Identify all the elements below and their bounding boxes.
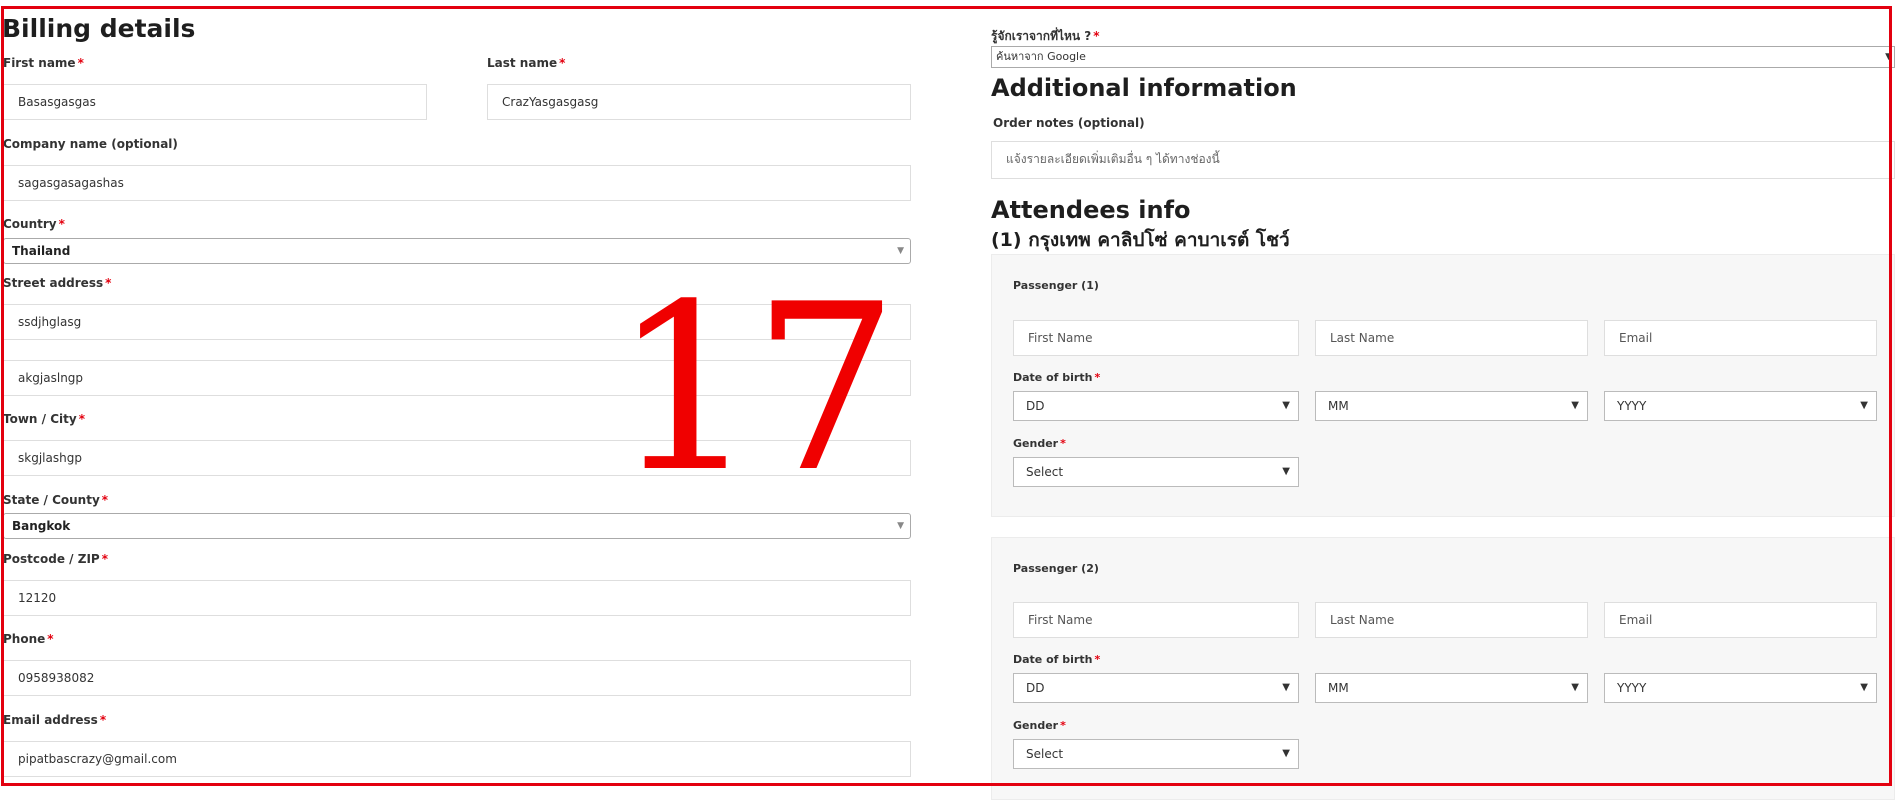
caret-down-icon: ▼: [897, 521, 904, 531]
dob-year-select[interactable]: YYYY ▼: [1604, 673, 1877, 703]
last-name-label: Last name *: [487, 56, 566, 70]
first-name-label: First name *: [3, 56, 84, 70]
attendees-title: Attendees info: [991, 196, 1191, 224]
email-placeholder: Email: [1619, 331, 1653, 345]
passenger-heading: Passenger (1): [1013, 279, 1099, 292]
dob-month-select[interactable]: MM ▼: [1315, 391, 1588, 421]
dob-day-select[interactable]: DD ▼: [1013, 391, 1299, 421]
first-name-field[interactable]: Basasgasgas: [3, 84, 427, 120]
order-notes-label: Order notes (optional): [993, 116, 1145, 130]
city-label: Town / City *: [3, 412, 85, 426]
caret-down-icon: ▼: [1282, 748, 1290, 759]
gender-select[interactable]: Select ▼: [1013, 739, 1299, 769]
passenger-first-name-input[interactable]: First Name: [1013, 602, 1299, 638]
order-notes-field[interactable]: แจ้งรายละเอียดเพิ่มเติมอื่น ๆ ได้ทางช่อง…: [991, 141, 1895, 179]
gender-select[interactable]: Select ▼: [1013, 457, 1299, 487]
first-name-placeholder: First Name: [1028, 613, 1093, 627]
dob-month-select[interactable]: MM ▼: [1315, 673, 1588, 703]
dob-day-value: DD: [1026, 399, 1045, 413]
passenger-last-name-input[interactable]: Last Name: [1315, 602, 1588, 638]
event-title: (1) กรุงเทพ คาลิปโซ่ คาบาเรต์ โชว์: [991, 229, 1290, 251]
caret-down-icon: ▼: [897, 246, 904, 256]
caret-down-icon: ▼: [1860, 400, 1868, 411]
state-value: Bangkok: [12, 519, 71, 533]
caret-down-icon: ▼: [1860, 682, 1868, 693]
postcode-label: Postcode / ZIP *: [3, 552, 108, 566]
email-placeholder: Email: [1619, 613, 1653, 627]
phone-label: Phone *: [3, 632, 54, 646]
dob-label: Date of birth *: [1013, 653, 1101, 666]
passenger-panel: Passenger (2) First Name Last Name Email…: [991, 537, 1895, 800]
caret-down-icon: ▼: [1571, 682, 1579, 693]
dob-year-select[interactable]: YYYY ▼: [1604, 391, 1877, 421]
country-value: Thailand: [12, 244, 71, 258]
overlay-number: 17: [612, 256, 899, 523]
passenger-email-input[interactable]: Email: [1604, 320, 1877, 356]
dob-month-value: MM: [1328, 399, 1349, 413]
caret-down-icon: ▼: [1571, 400, 1579, 411]
passenger-heading: Passenger (2): [1013, 562, 1099, 575]
additional-info-title: Additional information: [991, 74, 1297, 102]
dob-label: Date of birth *: [1013, 371, 1101, 384]
last-name-placeholder: Last Name: [1330, 331, 1395, 345]
phone-field[interactable]: 0958938082: [3, 660, 911, 696]
gender-value: Select: [1026, 747, 1064, 761]
order-notes-placeholder: แจ้งรายละเอียดเพิ่มเติมอื่น ๆ ได้ทางช่อง…: [1006, 152, 1220, 166]
passenger-first-name-input[interactable]: First Name: [1013, 320, 1299, 356]
billing-title: Billing details: [2, 14, 196, 43]
dob-month-value: MM: [1328, 681, 1349, 695]
country-label: Country *: [3, 217, 65, 231]
state-label: State / County *: [3, 493, 109, 507]
passenger-last-name-input[interactable]: Last Name: [1315, 320, 1588, 356]
first-name-placeholder: First Name: [1028, 331, 1093, 345]
caret-down-icon: ▼: [1282, 466, 1290, 477]
passenger-email-input[interactable]: Email: [1604, 602, 1877, 638]
gender-label: Gender *: [1013, 437, 1066, 450]
referral-source-select[interactable]: ค้นหาจาก Google ▼: [991, 46, 1895, 68]
last-name-field[interactable]: CrazYasgasgasg: [487, 84, 911, 120]
caret-down-icon: ▼: [1885, 52, 1892, 62]
caret-down-icon: ▼: [1282, 682, 1290, 693]
email-field[interactable]: pipatbascrazy@gmail.com: [3, 741, 911, 777]
last-name-placeholder: Last Name: [1330, 613, 1395, 627]
dob-year-value: YYYY: [1617, 399, 1647, 413]
company-field[interactable]: sagasgasagashas: [3, 165, 911, 201]
dob-day-select[interactable]: DD ▼: [1013, 673, 1299, 703]
passenger-panel: Passenger (1) First Name Last Name Email…: [991, 254, 1895, 517]
gender-value: Select: [1026, 465, 1064, 479]
street-label: Street address *: [3, 276, 112, 290]
caret-down-icon: ▼: [1282, 400, 1290, 411]
postcode-field[interactable]: 12120: [3, 580, 911, 616]
referral-source-label: รู้จักเราจากที่ไหน ? *: [991, 29, 1100, 43]
gender-label: Gender *: [1013, 719, 1066, 732]
dob-day-value: DD: [1026, 681, 1045, 695]
referral-source-value: ค้นหาจาก Google: [996, 50, 1086, 63]
dob-year-value: YYYY: [1617, 681, 1647, 695]
email-label: Email address *: [3, 713, 107, 727]
company-label: Company name (optional): [3, 137, 178, 151]
